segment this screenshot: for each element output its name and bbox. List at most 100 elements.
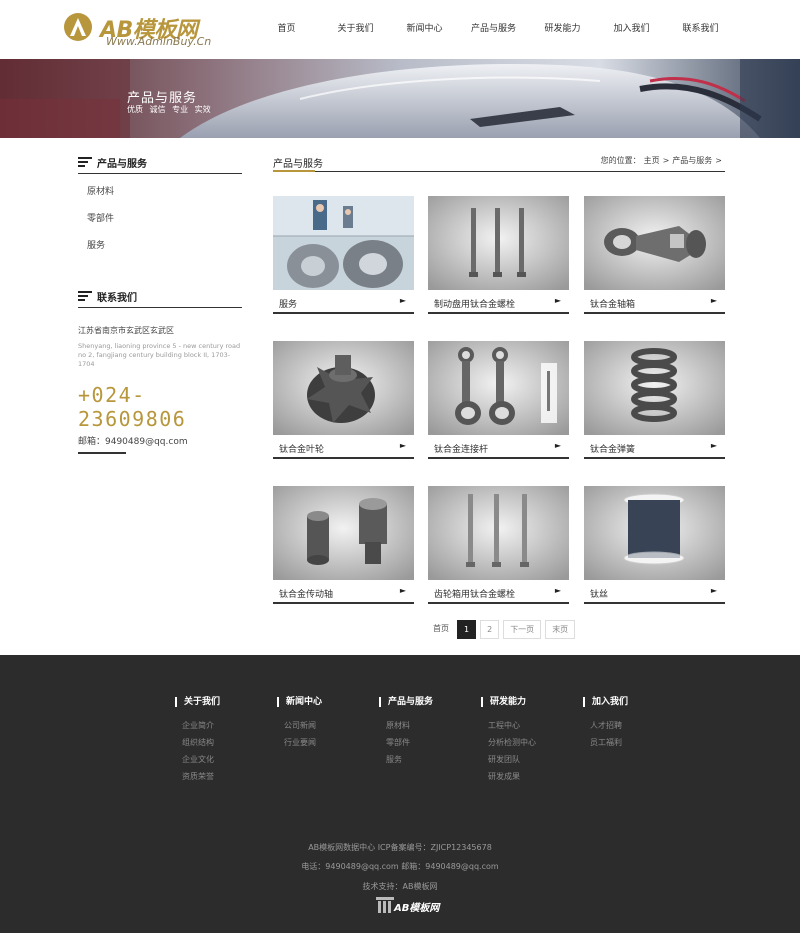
menu-lines-icon: [78, 291, 92, 303]
logo-url: Www.AdminBuy.Cn: [106, 35, 212, 48]
arrow-right-icon: ►: [710, 586, 717, 595]
shaft-photo-icon[interactable]: [273, 486, 414, 580]
sidebar-heading: 产品与服务: [78, 150, 242, 174]
footer-link[interactable]: 组织结构: [175, 734, 277, 751]
footer-link[interactable]: 研发成果: [481, 768, 583, 785]
product-name: 制动盘用钛合金螺栓: [434, 300, 516, 310]
product-card[interactable]: 钛合金传动轴 ►: [273, 486, 414, 606]
sidebar-title: 产品与服务: [97, 159, 147, 170]
breadcrumb-tail: >: [715, 156, 722, 165]
product-card[interactable]: 钛合金连接杆 ►: [428, 341, 569, 461]
nav-contact[interactable]: 联系我们: [666, 0, 735, 59]
connecting-rod-photo-icon[interactable]: [428, 341, 569, 435]
arrow-right-icon: ►: [710, 296, 717, 305]
product-caption: 齿轮箱用钛合金螺栓 ►: [428, 580, 569, 604]
footer-col-title[interactable]: 关于我们: [175, 697, 277, 707]
product-card[interactable]: 钛合金轴箱 ►: [584, 196, 725, 316]
site-logo[interactable]: AB模板网 Www.AdminBuy.Cn: [64, 10, 244, 50]
footer-col-title[interactable]: 研发能力: [481, 697, 583, 707]
footer-link[interactable]: 行业要闻: [277, 734, 379, 751]
footer-link[interactable]: 公司新闻: [277, 717, 379, 734]
footer-col-title[interactable]: 加入我们: [583, 697, 685, 707]
footer-contact: 电话：9490489@qq.com 邮箱：9490489@qq.com: [301, 862, 499, 871]
factory-photo-icon[interactable]: [273, 196, 414, 290]
site-footer: 关于我们 企业简介 组织结构 企业文化 资质荣誉 新闻中心 公司新闻 行业要闻 …: [0, 655, 800, 933]
breadcrumb-current[interactable]: 产品与服务: [672, 156, 712, 165]
contact-divider: [78, 452, 126, 454]
footer-support: 技术支持：AB模板网: [362, 882, 438, 891]
product-card[interactable]: 钛丝 ►: [584, 486, 725, 606]
product-name: 钛合金叶轮: [279, 445, 325, 455]
banner-subtitle: 优质 诚信 专业 实效: [127, 105, 211, 114]
product-name: 钛合金轴箱: [590, 300, 636, 310]
nav-home[interactable]: 首页: [252, 0, 321, 59]
arrow-right-icon: ►: [554, 296, 561, 305]
footer-link[interactable]: 研发团队: [481, 751, 583, 768]
sidebar-item-raw-materials[interactable]: 原材料: [78, 174, 242, 201]
main-heading: 产品与服务 您的位置： 主页 > 产品与服务 >: [273, 150, 725, 172]
impeller-photo-icon[interactable]: [273, 341, 414, 435]
bolt-photo-icon[interactable]: [428, 196, 569, 290]
arrow-right-icon: ►: [554, 586, 561, 595]
product-card[interactable]: 钛合金弹簧 ►: [584, 341, 725, 461]
footer-link[interactable]: 企业简介: [175, 717, 277, 734]
sidebar-item-parts[interactable]: 零部件: [78, 201, 242, 228]
footer-col-title[interactable]: 新闻中心: [277, 697, 379, 707]
contact-block: 联系我们 江苏省南京市玄武区玄武区 Shenyang, liaoning pro…: [78, 284, 242, 454]
footer-link[interactable]: 分析检测中心: [481, 734, 583, 751]
sidebar-item-services[interactable]: 服务: [78, 228, 242, 255]
nav-rd[interactable]: 研发能力: [528, 0, 597, 59]
axle-box-photo-icon[interactable]: [584, 196, 725, 290]
product-card[interactable]: 齿轮箱用钛合金螺栓 ►: [428, 486, 569, 606]
page-title: 产品与服务: [273, 159, 323, 170]
nav-about[interactable]: 关于我们: [321, 0, 390, 59]
banner-car-image: [0, 59, 800, 138]
product-name: 服务: [279, 300, 298, 310]
nav-join[interactable]: 加入我们: [597, 0, 666, 59]
product-card[interactable]: 制动盘用钛合金螺栓 ►: [428, 196, 569, 316]
product-caption: 钛合金叶轮 ►: [273, 435, 414, 459]
footer-link[interactable]: 人才招聘: [583, 717, 685, 734]
spring-photo-icon[interactable]: [584, 341, 725, 435]
product-name: 钛合金连接杆: [434, 445, 489, 455]
product-card[interactable]: 服务 ►: [273, 196, 414, 316]
footer-col-news: 新闻中心 公司新闻 行业要闻: [277, 697, 379, 785]
footer-link[interactable]: 原材料: [379, 717, 481, 734]
footer-col-title[interactable]: 产品与服务: [379, 697, 481, 707]
main-content: 产品与服务 您的位置： 主页 > 产品与服务 > 服务 ► 制动盘用钛合金螺栓 …: [273, 150, 725, 639]
product-name: 钛合金传动轴: [279, 590, 334, 600]
page-first[interactable]: 首页: [433, 620, 453, 639]
wire-spool-photo-icon[interactable]: [584, 486, 725, 580]
footer-link[interactable]: 零部件: [379, 734, 481, 751]
title-underline: [273, 170, 315, 172]
footer-col-rd: 研发能力 工程中心 分析检测中心 研发团队 研发成果: [481, 697, 583, 785]
product-caption: 钛合金传动轴 ►: [273, 580, 414, 604]
product-name: 钛丝: [590, 590, 609, 600]
page-1[interactable]: 1: [457, 620, 477, 639]
contact-address-en: Shenyang, liaoning province 5 - new cent…: [78, 342, 241, 368]
footer-link[interactable]: 工程中心: [481, 717, 583, 734]
footer-logo[interactable]: AB模板网: [376, 895, 446, 917]
footer-col-join: 加入我们 人才招聘 员工福利: [583, 697, 685, 785]
footer-link[interactable]: 资质荣誉: [175, 768, 277, 785]
footer-link[interactable]: 企业文化: [175, 751, 277, 768]
main-nav: 首页 关于我们 新闻中心 产品与服务 研发能力 加入我们 联系我们: [252, 0, 800, 59]
nav-news[interactable]: 新闻中心: [390, 0, 459, 59]
footer-links: 关于我们 企业简介 组织结构 企业文化 资质荣誉 新闻中心 公司新闻 行业要闻 …: [175, 697, 685, 785]
contact-phone: +024-23609806: [78, 383, 187, 431]
breadcrumb-home[interactable]: 主页: [644, 156, 660, 165]
product-card[interactable]: 钛合金叶轮 ►: [273, 341, 414, 461]
page-next[interactable]: 下一页: [503, 620, 542, 639]
page-2[interactable]: 2: [480, 620, 500, 639]
footer-link[interactable]: 员工福利: [583, 734, 685, 751]
menu-lines-icon: [78, 157, 92, 169]
gearbox-bolt-photo-icon[interactable]: [428, 486, 569, 580]
footer-link[interactable]: 服务: [379, 751, 481, 768]
nav-products[interactable]: 产品与服务: [459, 0, 528, 59]
page-banner: 产品与服务 优质 诚信 专业 实效: [0, 59, 800, 138]
product-caption: 服务 ►: [273, 290, 414, 314]
page-last[interactable]: 末页: [545, 620, 576, 639]
pagination: 首页 1 2 下一页 末页: [433, 620, 579, 639]
breadcrumb: 您的位置： 主页 > 产品与服务 >: [601, 155, 725, 166]
footer-logo-text: AB模板网: [394, 903, 440, 914]
